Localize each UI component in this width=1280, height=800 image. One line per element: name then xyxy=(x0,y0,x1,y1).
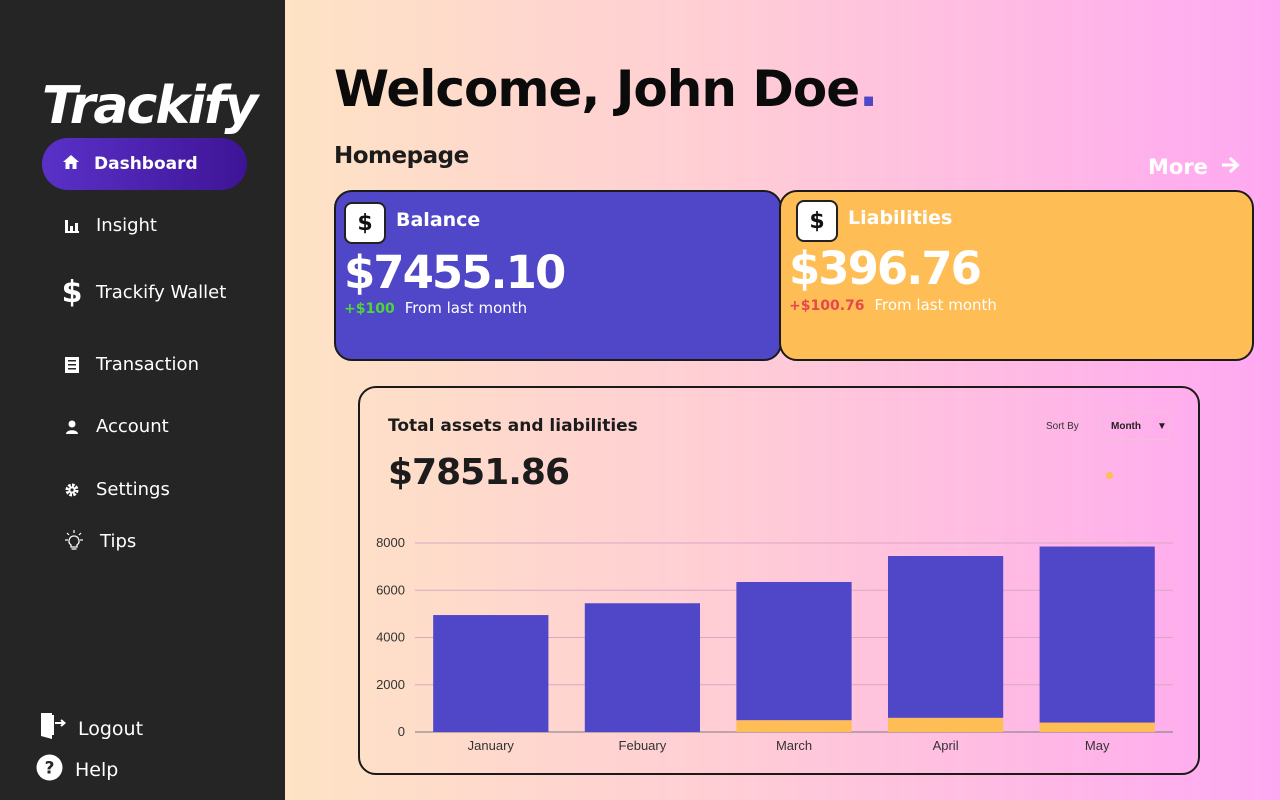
sidebar-item-label: Settings xyxy=(96,479,170,500)
bar-chart: 0 2000 4000 6000 8000 January Febuary March Apri… xyxy=(376,535,1173,753)
chart-title: Total assets and liabilities xyxy=(388,416,638,436)
chart-total: $7851.86 xyxy=(388,452,570,493)
sidebar: Trackify Dashboard Insight $ Trackify Wa… xyxy=(0,0,285,800)
x-tick-label: March xyxy=(776,738,812,753)
y-tick-label: 6000 xyxy=(376,582,405,597)
help-label: Help xyxy=(75,759,119,781)
assets-liabilities-chart-panel: Total assets and liabilities $7851.86 So… xyxy=(358,386,1200,775)
app-logo: Trackify xyxy=(42,76,258,136)
liabilities-change: +$100.76 From last month xyxy=(789,296,997,314)
welcome-text: Welcome, John Doe xyxy=(334,60,860,118)
y-tick-label: 8000 xyxy=(376,535,405,550)
y-tick-label: 2000 xyxy=(376,677,405,692)
logout-label: Logout xyxy=(78,717,144,740)
balance-amount: $7455.10 xyxy=(344,246,566,299)
sort-by-value: Month xyxy=(1111,420,1141,432)
sidebar-item-label: Trackify Wallet xyxy=(96,282,227,303)
sort-by-select[interactable]: Month ▼ xyxy=(1100,412,1170,440)
x-tick-label: May xyxy=(1085,738,1110,753)
dollar-icon: $ xyxy=(796,200,838,242)
sidebar-item-settings[interactable]: Settings xyxy=(62,479,170,500)
help-icon: ? xyxy=(36,754,63,786)
home-icon xyxy=(62,153,80,176)
chart-bar xyxy=(1039,722,1155,732)
welcome-dot: . xyxy=(859,60,878,118)
y-tick-label: 4000 xyxy=(376,630,405,645)
chart-bar xyxy=(736,581,852,721)
welcome-heading: Welcome, John Doe. xyxy=(334,60,878,118)
legend-dot xyxy=(1106,472,1113,479)
lightbulb-icon xyxy=(62,529,86,553)
liabilities-delta: +$100.76 xyxy=(789,298,865,314)
logout-button[interactable]: Logout xyxy=(40,712,143,745)
sidebar-item-account[interactable]: Account xyxy=(62,416,169,437)
sidebar-item-insight[interactable]: Insight xyxy=(62,215,157,236)
sidebar-item-label: Insight xyxy=(96,215,157,236)
chart-bar xyxy=(433,615,549,732)
chevron-down-icon: ▼ xyxy=(1157,420,1167,432)
x-tick-label: January xyxy=(468,738,515,753)
sidebar-item-trackify-wallet[interactable]: $ Trackify Wallet xyxy=(61,275,227,310)
dollar-icon: $ xyxy=(61,275,83,310)
liabilities-amount: $396.76 xyxy=(789,242,982,295)
balance-title: Balance xyxy=(396,209,481,231)
receipt-icon xyxy=(62,355,82,375)
sidebar-item-label: Tips xyxy=(100,530,137,552)
liabilities-card[interactable]: $ Liabilities $396.76 +$100.76 From last… xyxy=(779,190,1254,361)
chart-bar xyxy=(887,555,1004,718)
sidebar-item-dashboard[interactable]: Dashboard xyxy=(42,138,247,190)
gear-icon xyxy=(62,480,82,500)
more-label: More xyxy=(1148,155,1208,179)
balance-change: +$100 From last month xyxy=(344,299,527,317)
sidebar-item-label: Dashboard xyxy=(94,154,198,174)
dollar-icon: $ xyxy=(344,202,386,244)
user-icon xyxy=(62,417,82,437)
sidebar-item-transaction[interactable]: Transaction xyxy=(62,354,199,375)
more-button[interactable]: More xyxy=(1148,155,1240,179)
help-button[interactable]: ? Help xyxy=(36,754,118,786)
bar-chart-icon xyxy=(62,216,82,236)
x-tick-label: Febuary xyxy=(619,738,667,753)
chart-bar xyxy=(887,717,1004,732)
svg-text:?: ? xyxy=(45,759,55,779)
main-area: Welcome, John Doe. Homepage More $ Balan… xyxy=(285,0,1280,800)
liabilities-note: From last month xyxy=(874,296,997,314)
liabilities-title: Liabilities xyxy=(848,207,953,229)
arrow-right-icon xyxy=(1220,155,1240,179)
sidebar-item-label: Transaction xyxy=(96,354,199,375)
y-tick-label: 0 xyxy=(398,724,405,739)
page-title: Homepage xyxy=(334,143,469,169)
sort-by-label: Sort By xyxy=(1046,421,1079,432)
balance-card[interactable]: $ Balance $7455.10 +$100 From last month xyxy=(334,190,782,361)
sidebar-item-tips[interactable]: Tips xyxy=(62,529,136,553)
x-tick-label: April xyxy=(933,738,959,753)
logout-icon xyxy=(40,712,67,745)
sidebar-item-label: Account xyxy=(96,416,169,437)
chart-bar xyxy=(584,603,701,732)
balance-delta: +$100 xyxy=(344,301,395,317)
balance-note: From last month xyxy=(404,299,528,317)
chart-bar xyxy=(1039,546,1155,723)
chart-bar xyxy=(736,720,852,732)
